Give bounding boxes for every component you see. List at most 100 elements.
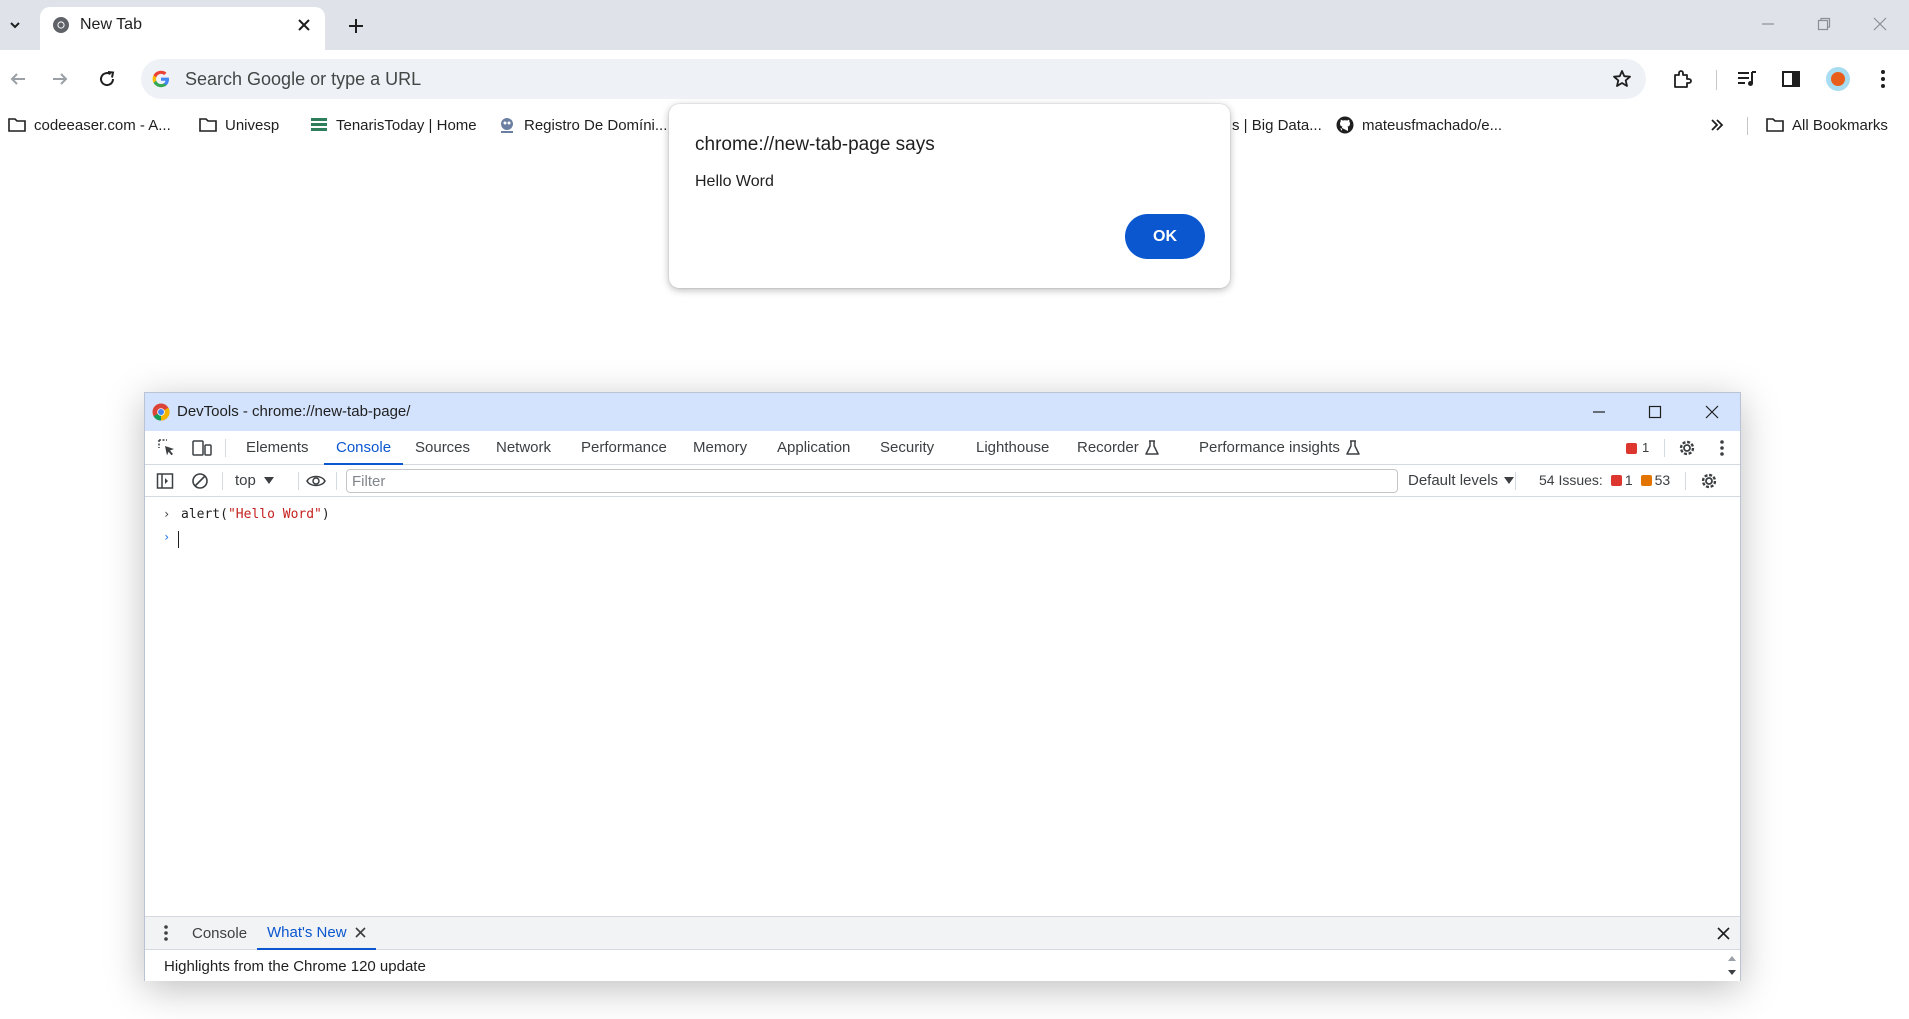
tab-lighthouse[interactable]: Lighthouse [976,431,1049,465]
console-prompt-caret[interactable] [178,531,179,548]
kebab-menu-icon [164,925,168,941]
omnibox-input[interactable] [185,65,1565,93]
browser-tab[interactable]: New Tab [40,7,325,50]
drawer-tab-console[interactable]: Console [192,917,247,950]
issues-error-badge: 1 [1610,472,1633,488]
console-output[interactable]: › alert("Hello Word") › [145,497,1740,927]
tab-sources[interactable]: Sources [415,431,470,465]
log-levels-label: Default levels [1408,472,1499,489]
kebab-menu-icon [1720,440,1724,456]
warning-flag-icon [1640,474,1652,486]
bookmark-star-button[interactable] [1610,67,1634,91]
restore-icon [1817,17,1831,31]
console-command-line[interactable]: alert("Hello Word") [181,507,330,522]
alert-ok-button[interactable]: OK [1125,214,1205,259]
tab-recorder-label: Recorder [1077,439,1139,456]
device-toggle-icon [192,440,212,456]
bookmark-folder-univesp[interactable]: Univesp [199,114,279,136]
tab-strip: New Tab [0,0,1909,50]
console-settings-button[interactable] [1698,470,1720,492]
devtools-menu-button[interactable] [1711,437,1733,459]
device-toolbar-button[interactable] [191,437,213,459]
inspect-element-button[interactable] [156,437,178,459]
github-icon [1336,116,1354,134]
double-chevron-right-icon [1708,116,1726,134]
issues-error-count: 1 [1624,472,1633,488]
profile-avatar[interactable] [1826,67,1850,91]
tab-recorder[interactable]: Recorder [1077,431,1159,465]
bookmark-label: Univesp [225,116,280,134]
all-bookmarks-button[interactable]: All Bookmarks [1766,114,1888,136]
bookmark-label: Registro De Domíni... [524,116,668,134]
tab-title: New Tab [80,16,142,33]
restore-button[interactable] [1809,10,1839,38]
bookmark-big-data[interactable]: s | Big Data... [1232,114,1322,136]
bookmark-folder-codeeaser[interactable]: codeeaser.com - A... [8,114,171,136]
devtools-window: DevTools - chrome://new-tab-page/ Elemen… [144,392,1741,981]
tab-separator [1664,439,1665,457]
bookmark-registro-dominio[interactable]: Registro De Domíni... [498,114,667,136]
close-window-button[interactable] [1865,10,1895,38]
toolbar-separator [1716,70,1717,90]
tab-network[interactable]: Network [496,431,551,465]
tab-application[interactable]: Application [777,431,850,465]
alert-title: chrome://new-tab-page says [695,134,935,155]
live-expression-button[interactable] [305,470,327,492]
tab-security[interactable]: Security [880,431,934,465]
reload-button[interactable] [91,63,123,95]
tab-close-button[interactable] [293,14,315,36]
tab-performance-insights[interactable]: Performance insights [1199,431,1360,465]
console-sidebar-button[interactable] [154,470,176,492]
side-panel-button[interactable] [1777,65,1805,93]
minimize-button[interactable] [1753,10,1783,38]
alert-message: Hello Word [695,173,774,190]
devtools-close-button[interactable] [1697,399,1727,425]
error-counter-button[interactable]: 1 [1626,431,1649,465]
flask-icon [1346,440,1360,455]
prompt-chevron-icon: › [163,530,171,544]
media-controls-button[interactable] [1733,65,1761,93]
extensions-button[interactable] [1668,65,1696,93]
browser-toolbar [0,50,1909,108]
chrome-menu-button[interactable] [1869,65,1897,93]
context-selector[interactable]: top [235,472,274,489]
devtools-panel-tabs: Elements Console Sources Network Perform… [145,431,1740,465]
devtools-settings-button[interactable] [1676,437,1698,459]
close-icon[interactable] [354,927,366,938]
bookmark-label: codeeaser.com - A... [34,116,171,134]
tab-elements[interactable]: Elements [246,431,309,465]
omnibox[interactable] [141,59,1646,99]
gear-icon [1701,473,1717,489]
log-levels-dropdown[interactable]: Default levels [1408,472,1515,489]
error-flag-icon [1626,442,1637,454]
devtools-maximize-button[interactable] [1640,399,1670,425]
clear-circle-icon [192,473,208,489]
clear-console-button[interactable] [189,470,211,492]
back-button[interactable] [2,63,34,95]
new-tab-button[interactable] [343,13,369,39]
console-filter-input[interactable] [346,469,1398,493]
devtools-minimize-button[interactable] [1584,399,1614,425]
dropdown-triangle-icon [263,476,274,484]
bookmark-github-mateusfmachado[interactable]: mateusfmachado/e... [1336,114,1502,136]
tab-performance-insights-label: Performance insights [1199,439,1340,456]
forward-arrow-icon [53,73,68,85]
tab-performance[interactable]: Performance [581,431,667,465]
drawer-close-button[interactable] [1712,922,1734,944]
tab-memory[interactable]: Memory [693,431,747,465]
drawer-tab-whats-new[interactable]: What's New [257,917,376,950]
toolbar-separator [1515,472,1516,490]
tenaris-site-icon [310,116,328,134]
close-icon [1705,405,1719,419]
bookmarks-overflow-button[interactable] [1708,114,1726,136]
scrollbar-arrows[interactable] [1726,952,1738,979]
reload-icon [100,71,115,87]
drawer-menu-button[interactable] [155,922,177,944]
issues-button[interactable]: 54 Issues: 1 53 [1539,472,1670,488]
forward-button[interactable] [44,63,76,95]
issues-label: 54 Issues: [1539,472,1603,488]
bookmark-tenaristoday[interactable]: TenarisToday | Home [310,114,477,136]
tab-console[interactable]: Console [324,431,404,465]
issues-warning-badge: 53 [1640,472,1670,488]
tab-search-button[interactable] [0,12,30,38]
